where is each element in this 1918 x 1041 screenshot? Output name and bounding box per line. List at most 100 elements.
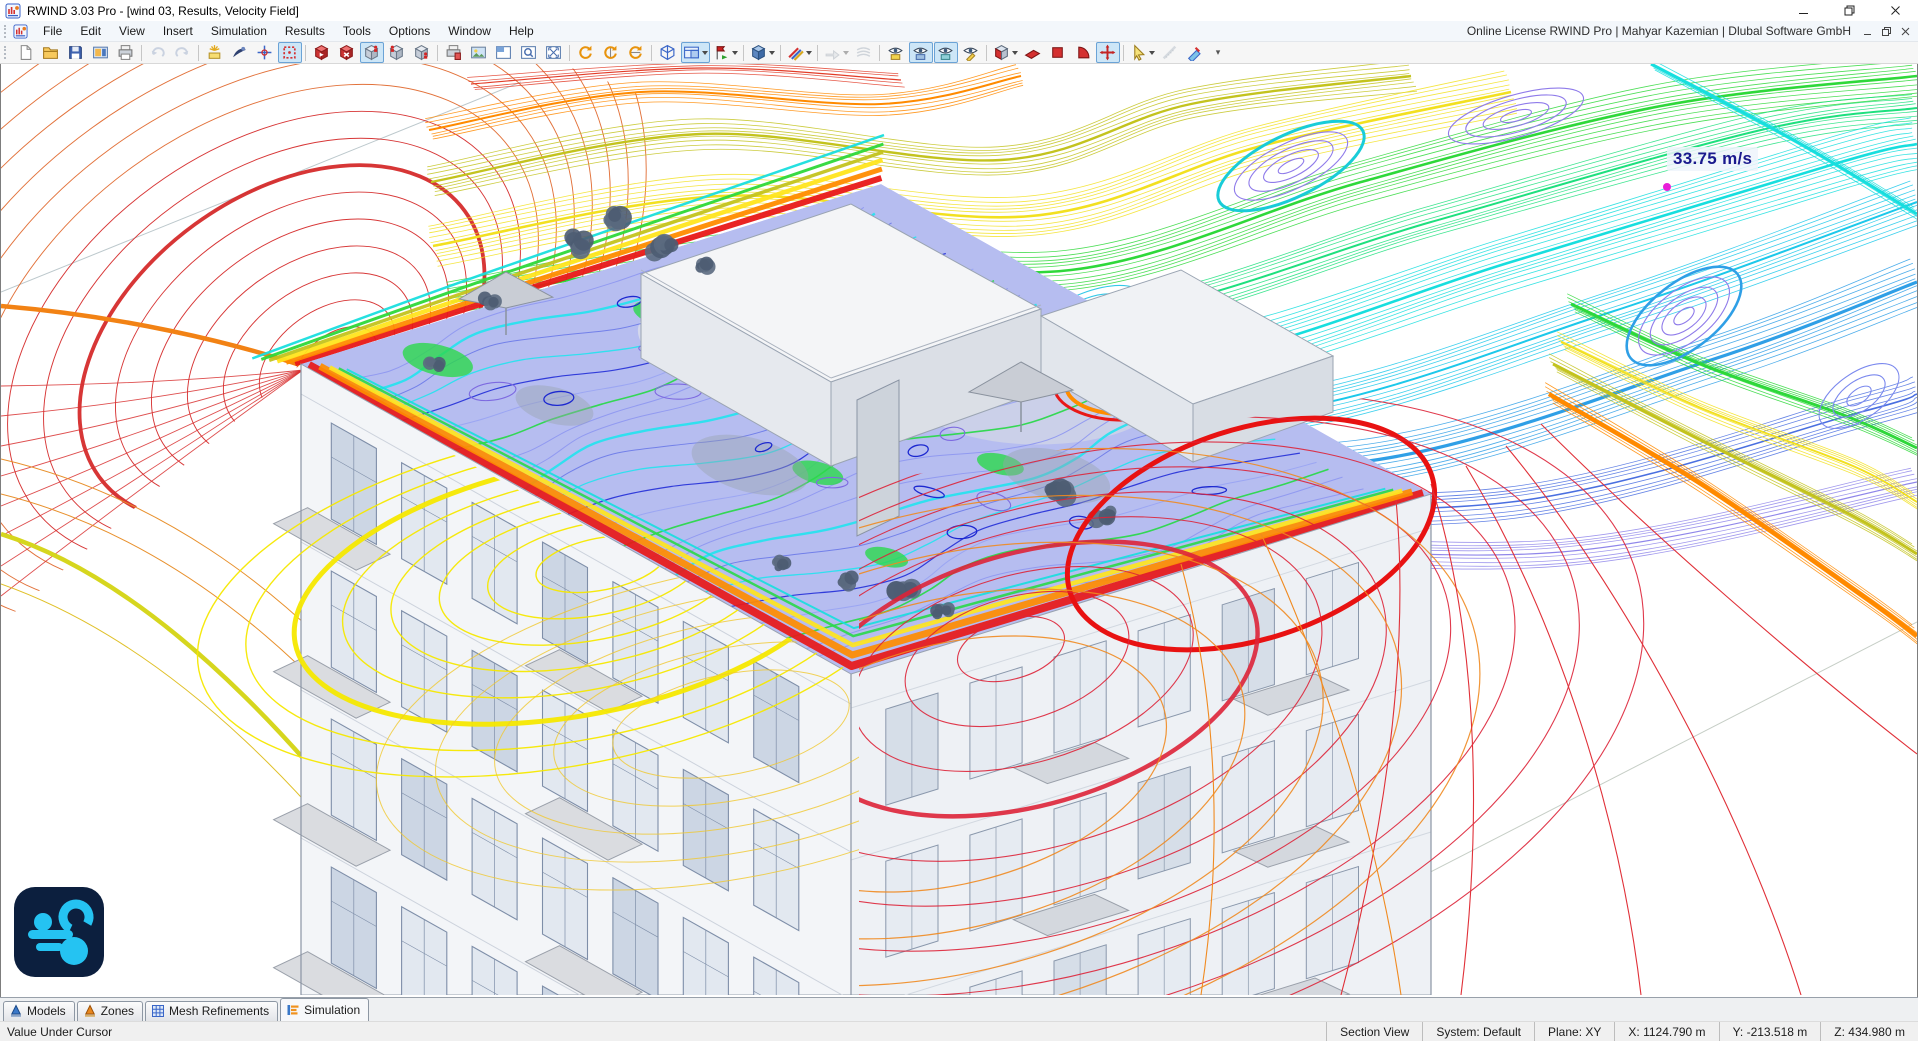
status-hint: Value Under Cursor [7, 1024, 113, 1039]
tab-zones[interactable]: Zones [76, 1001, 144, 1021]
print-graphic-button[interactable] [442, 42, 466, 63]
menu-edit[interactable]: Edit [71, 22, 110, 40]
close-button[interactable] [1872, 0, 1918, 21]
page-icon [17, 44, 34, 61]
color-scale-button[interactable] [785, 42, 814, 63]
full-window-button[interactable] [492, 42, 516, 63]
dropdown-arrow-icon [805, 50, 812, 55]
velocity-value-label: 33.75 m/s [1667, 147, 1759, 172]
clip-plane-x-button[interactable] [1021, 42, 1045, 63]
undo-icon [149, 44, 166, 61]
status-segment-2: Plane: XY [1534, 1022, 1614, 1041]
rotate-ccw-button[interactable] [599, 42, 623, 63]
dropdown-arrow-icon [731, 50, 738, 55]
new-model-button[interactable] [14, 42, 38, 63]
status-segment-3: X: 1124.790 m [1614, 1022, 1718, 1041]
status-bar: Value Under Cursor Section View System: D… [0, 1021, 1918, 1041]
mesh-refinements-icon [151, 1004, 165, 1018]
restore-button[interactable] [1826, 0, 1872, 21]
display-mode-button[interactable] [748, 42, 777, 63]
status-segment-0: Section View [1326, 1022, 1422, 1041]
layout-icon [495, 44, 512, 61]
undo-button[interactable] [146, 42, 170, 63]
isometric-view-button[interactable] [656, 42, 680, 63]
zoom-window-button[interactable] [517, 42, 541, 63]
delete-results-button[interactable] [1183, 42, 1207, 63]
results-surfaces-button[interactable] [359, 42, 384, 63]
menu-options[interactable]: Options [380, 22, 439, 40]
document-icon[interactable] [13, 23, 28, 39]
show-results-button[interactable] [908, 42, 933, 63]
tab-models[interactable]: Models [3, 1001, 75, 1021]
stop-simulation-button[interactable] [335, 42, 359, 63]
edit-visibility-button[interactable] [959, 42, 983, 63]
rotate-cw-button[interactable] [624, 42, 648, 63]
clip-plane-z-button[interactable] [1071, 42, 1095, 63]
print-button[interactable] [114, 42, 138, 63]
photo-icon [470, 44, 487, 61]
view-manager-button[interactable] [680, 42, 710, 63]
streamlines-button[interactable] [852, 42, 876, 63]
results-isosurfaces-button[interactable] [410, 42, 434, 63]
application-window: RWIND 3.03 Pro - [wind 03, Results, Velo… [0, 0, 1918, 1041]
mesh-settings-button[interactable] [203, 42, 227, 63]
measure-button[interactable] [1158, 42, 1182, 63]
model-center-button[interactable] [253, 42, 277, 63]
zoom-extents-button[interactable] [542, 42, 566, 63]
section-plane-button[interactable] [277, 42, 302, 63]
save-project-button[interactable] [64, 42, 88, 63]
results-isolines-button[interactable] [385, 42, 409, 63]
panel-control-button[interactable] [89, 42, 113, 63]
tab-label: Models [27, 1004, 66, 1018]
wind-direction-button[interactable] [711, 42, 740, 63]
dropdown-arrow-icon [768, 50, 775, 55]
title-bar: RWIND 3.03 Pro - [wind 03, Results, Velo… [0, 0, 1918, 21]
cubeperson-icon [363, 44, 380, 61]
show-mesh-button[interactable] [933, 42, 958, 63]
tab-mesh-refinements[interactable]: Mesh Refinements [145, 1001, 279, 1021]
zoomext-icon [545, 44, 562, 61]
rotate-view-button[interactable] [574, 42, 598, 63]
toolbar-separator [141, 44, 142, 61]
eye1-icon [887, 44, 904, 61]
toolbar-grip[interactable] [4, 46, 9, 59]
clipping-box-button[interactable] [991, 42, 1020, 63]
tab-simulation[interactable]: Simulation [280, 998, 370, 1021]
menu-tools[interactable]: Tools [334, 22, 380, 40]
menu-window[interactable]: Window [439, 22, 500, 40]
redo-icon [174, 44, 191, 61]
mdi-close-button[interactable] [1897, 24, 1913, 38]
wind-profile-button[interactable] [228, 42, 252, 63]
menu-insert[interactable]: Insert [154, 22, 202, 40]
slab-icon [1024, 44, 1041, 61]
tab-label: Mesh Refinements [169, 1004, 270, 1018]
flow-arrows-button[interactable] [822, 42, 851, 63]
menu-help[interactable]: Help [500, 22, 543, 40]
clip-plane-y-button[interactable] [1046, 42, 1070, 63]
redo-button[interactable] [171, 42, 195, 63]
menu-results[interactable]: Results [276, 22, 334, 40]
toolbar-overflow-button[interactable]: ▾ [1211, 43, 1225, 62]
menu-view[interactable]: View [110, 22, 154, 40]
mdi-minimize-button[interactable] [1859, 24, 1875, 38]
menu-simulation[interactable]: Simulation [202, 22, 276, 40]
save-image-button[interactable] [467, 42, 491, 63]
printer-icon [117, 44, 134, 61]
menubar-grip[interactable] [4, 24, 9, 38]
minimize-button[interactable] [1780, 0, 1826, 21]
mdi-restore-button[interactable] [1878, 24, 1894, 38]
measure-icon [1161, 44, 1178, 61]
move-section-plane-button[interactable] [1095, 42, 1120, 63]
zones-icon [83, 1004, 97, 1018]
toolbar-separator [1123, 44, 1124, 61]
eye2-icon [912, 44, 929, 61]
show-model-button[interactable] [884, 42, 908, 63]
open-project-button[interactable] [39, 42, 63, 63]
viewport-3d[interactable]: 33.75 m/s [0, 64, 1918, 997]
main-toolbar: ▾ [0, 42, 1918, 64]
bluecube-icon [750, 44, 767, 61]
start-simulation-button[interactable] [310, 42, 334, 63]
toolbar-separator [986, 44, 987, 61]
menu-file[interactable]: File [34, 22, 71, 40]
select-pointer-button[interactable] [1128, 42, 1157, 63]
